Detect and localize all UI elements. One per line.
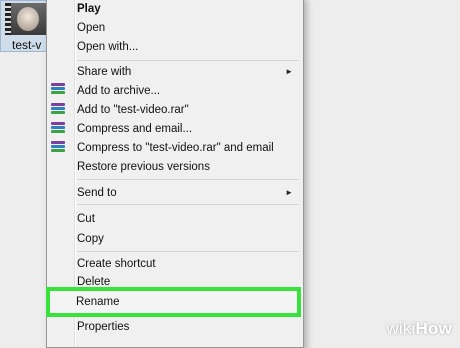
menu-item-share-with[interactable]: Share with ► [77, 62, 299, 82]
menu-item-restore-previous-versions[interactable]: Restore previous versions [77, 157, 299, 177]
menu-item-send-to[interactable]: Send to ► [77, 183, 299, 203]
winrar-icon [51, 122, 65, 137]
menu-item-add-to-archive[interactable]: Add to archive... [77, 81, 299, 101]
menu-item-compress-and-email[interactable]: Compress and email... [77, 119, 299, 139]
menu-separator [77, 251, 299, 252]
send-to-label: Send to [77, 187, 117, 199]
menu-item-create-shortcut[interactable]: Create shortcut [77, 254, 299, 274]
file-name-label: test-v [12, 38, 42, 52]
share-with-label: Share with [77, 66, 132, 78]
winrar-icon [51, 83, 65, 98]
winrar-icon [51, 141, 65, 156]
menu-item-compress-to-rar-and-email[interactable]: Compress to "test-video.rar" and email [77, 138, 299, 158]
menu-item-cut[interactable]: Cut [77, 209, 299, 229]
winrar-icon [51, 103, 65, 118]
menu-separator [77, 60, 299, 61]
film-strip-icon [5, 3, 11, 35]
menu-item-copy[interactable]: Copy [77, 229, 299, 249]
menu-item-play[interactable]: Play [77, 0, 299, 19]
watermark-suffix: How [415, 319, 452, 338]
menu-separator [77, 204, 299, 205]
menu-item-properties[interactable]: Properties [77, 317, 299, 337]
submenu-arrow-icon: ► [285, 188, 293, 197]
submenu-arrow-icon: ► [285, 67, 293, 76]
wikihow-watermark: wikiHow [386, 319, 452, 339]
menu-separator [77, 179, 299, 180]
menu-item-rename[interactable]: Rename [76, 292, 119, 312]
menu-item-open[interactable]: Open [77, 18, 299, 38]
thumbnail-face [17, 7, 39, 31]
desktop: test-v Play Open Open with... Share with… [0, 0, 460, 348]
menu-item-add-to-rar[interactable]: Add to "test-video.rar" [77, 100, 299, 120]
watermark-prefix: wiki [386, 319, 416, 338]
menu-item-open-with[interactable]: Open with... [77, 37, 299, 57]
